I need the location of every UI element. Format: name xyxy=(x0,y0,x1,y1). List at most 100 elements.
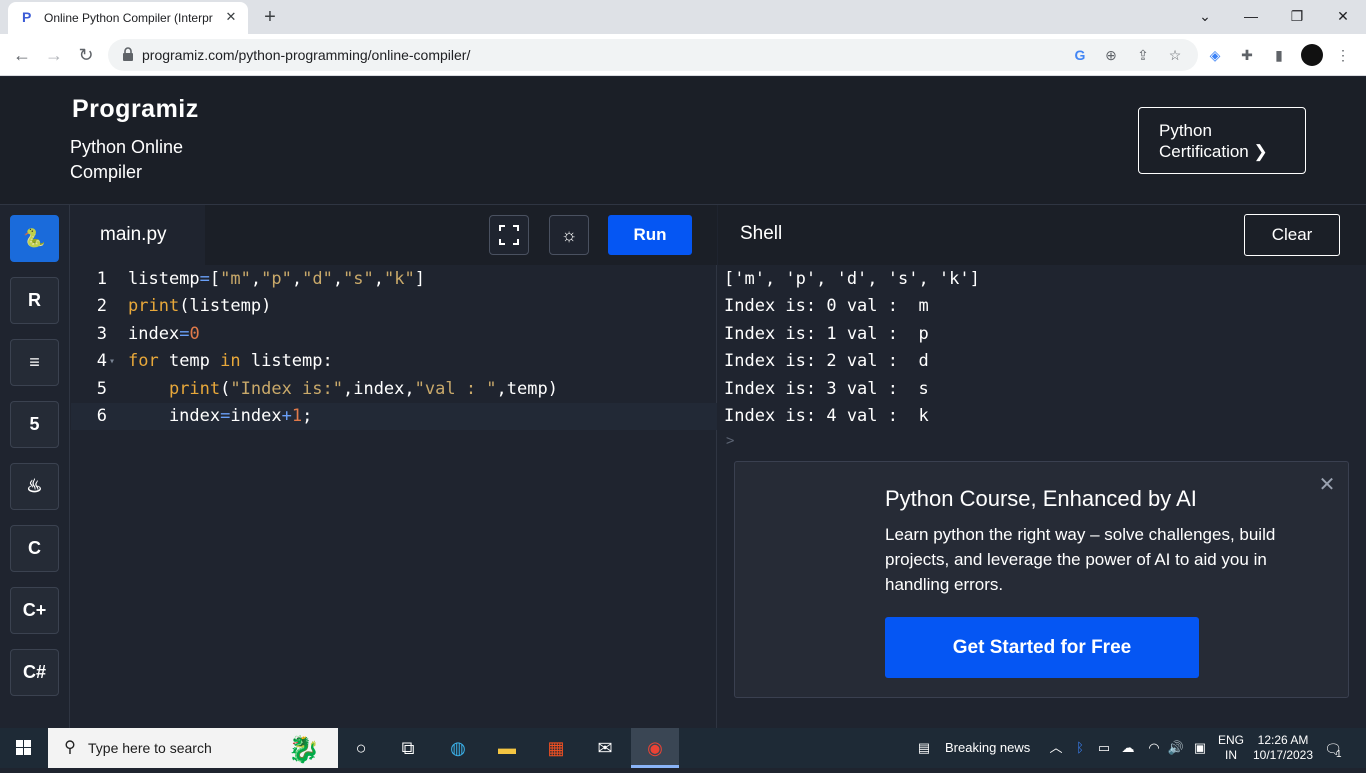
restore-button[interactable]: ❐ xyxy=(1274,2,1320,30)
get-started-button[interactable]: Get Started for Free xyxy=(885,617,1199,678)
language-button-sql[interactable]: ≡ xyxy=(10,339,59,386)
notification-center-button[interactable]: 🗨 1 xyxy=(1320,738,1346,760)
language-button-c[interactable]: C xyxy=(10,525,59,572)
notification-count: 1 xyxy=(1336,749,1342,760)
shell-output-line: Index is: 4 val : k xyxy=(724,406,929,426)
close-icon[interactable]: ✕ xyxy=(1317,474,1337,496)
language-button-cpp[interactable]: C+ xyxy=(10,587,59,634)
code-line[interactable]: 4 ▾ for temp in listemp: xyxy=(71,348,717,375)
input-language-indicator[interactable]: ENG IN xyxy=(1216,733,1246,763)
ad-body: Learn python the right way – solve chall… xyxy=(885,525,1276,594)
bluetooth-icon[interactable]: ᛒ xyxy=(1070,738,1090,758)
bookmark-star-icon[interactable]: ☆ xyxy=(1165,45,1185,65)
line-number: 2 xyxy=(96,296,107,317)
line-number: 1 xyxy=(96,269,107,289)
zoom-icon[interactable]: ⊕ xyxy=(1101,45,1121,65)
file-tab-main[interactable]: main.py xyxy=(71,205,205,265)
code-token: ,index, xyxy=(342,378,415,399)
forward-icon[interactable]: → xyxy=(41,42,67,68)
code-line[interactable]: 2 print(listemp) xyxy=(71,293,717,320)
dragon-illustration-icon: 🐉 xyxy=(287,734,321,764)
onedrive-cloud-icon[interactable]: ☁ xyxy=(1118,738,1138,758)
menu-kebab-icon[interactable]: ⋮ xyxy=(1333,45,1353,65)
taskbar-search[interactable]: ⚲ Type here to search 🐉 xyxy=(48,728,338,768)
run-button[interactable]: Run xyxy=(608,215,692,255)
shell-output-line: Index is: 0 val : m xyxy=(724,296,929,317)
code-token: print xyxy=(168,378,221,399)
task-view-icon[interactable]: ⧉ xyxy=(384,728,432,768)
system-clock[interactable]: 12:26 AM 10/17/2023 xyxy=(1250,733,1316,763)
course-ad-card: ✕ Python Course, Enhanced by AI Learn py… xyxy=(734,461,1349,698)
clear-button[interactable]: Clear xyxy=(1244,214,1340,256)
code-token: in xyxy=(220,351,241,372)
code-token: "k" xyxy=(384,269,415,289)
close-tab-icon[interactable]: ✕ xyxy=(222,8,240,26)
c-icon: C xyxy=(28,538,41,558)
fullscreen-button[interactable] xyxy=(489,215,529,255)
battery-icon[interactable]: ▭ xyxy=(1094,738,1114,758)
side-panel-icon[interactable]: ▮ xyxy=(1269,45,1289,65)
site-header: Programiz Python Online Compiler Python … xyxy=(0,77,1366,205)
code-line[interactable]: 3 index=0 xyxy=(71,321,717,348)
fullscreen-icon xyxy=(499,225,519,245)
language-button-python[interactable]: 🐍 xyxy=(10,215,59,262)
code-token: [ xyxy=(209,269,221,289)
file-explorer-icon[interactable]: ▬ xyxy=(483,728,531,768)
editor-toolbar: main.py ☼ Run xyxy=(71,205,717,265)
region-code: IN xyxy=(1225,748,1237,762)
shell-output[interactable]: > ✕ Python Course, Enhanced by AI Learn … xyxy=(718,265,1366,728)
news-icon[interactable]: ▤ xyxy=(914,738,934,758)
python-icon: 🐍 xyxy=(23,228,46,248)
shell-prompt: > xyxy=(726,433,735,449)
code-line[interactable]: 5 print("Index is:",index,"val : ",temp) xyxy=(71,376,717,403)
code-editor[interactable]: 1 listemp=["m","p","d","s","k"] 2 print(lis… xyxy=(71,265,717,728)
line-number: 5 xyxy=(96,378,107,399)
edge-icon[interactable]: ◍ xyxy=(434,728,482,768)
minimize-button[interactable]: — xyxy=(1228,2,1274,30)
fold-arrow-icon[interactable]: ▾ xyxy=(109,348,115,375)
code-token: temp xyxy=(158,351,221,372)
code-line[interactable]: 6 index=index+1; xyxy=(71,403,717,430)
clock-time: 12:26 AM xyxy=(1257,733,1309,747)
share-icon[interactable]: ⇪ xyxy=(1133,45,1153,65)
code-text: listemp=["m","p","d","s","k"] xyxy=(128,266,425,293)
display-icon[interactable]: ▣ xyxy=(1190,738,1210,758)
chevron-up-icon[interactable]: ︿ xyxy=(1046,738,1066,758)
browser-toolbar: ← → ↻ programiz.com/python-programming/o… xyxy=(0,34,1366,76)
mail-icon[interactable]: ✉ xyxy=(581,728,629,768)
language-button-r[interactable]: R xyxy=(10,277,59,324)
back-icon[interactable]: ← xyxy=(9,42,35,68)
programiz-logo[interactable]: Programiz xyxy=(72,95,199,124)
code-token: (listemp) xyxy=(179,296,272,317)
close-window-button[interactable]: ✕ xyxy=(1320,2,1366,30)
volume-icon[interactable]: 🔊 xyxy=(1166,738,1186,758)
language-button-csharp[interactable]: C# xyxy=(10,649,59,696)
tab-search-button[interactable]: ⌄ xyxy=(1182,2,1228,30)
store-icon[interactable]: ▦ xyxy=(532,728,580,768)
new-tab-button[interactable]: + xyxy=(258,5,282,29)
code-token: "m" xyxy=(220,269,251,289)
extension-icon[interactable]: ◈ xyxy=(1205,45,1225,65)
address-bar[interactable]: programiz.com/python-programming/online-… xyxy=(108,39,1198,71)
start-button[interactable] xyxy=(0,728,48,768)
chrome-icon[interactable]: ◉ xyxy=(631,728,679,768)
code-token: listemp xyxy=(128,269,200,289)
code-token: "Index is:" xyxy=(230,378,343,399)
code-token: "val : " xyxy=(414,378,497,399)
puzzle-icon[interactable]: ✚ xyxy=(1237,45,1257,65)
news-ticker[interactable]: Breaking news xyxy=(945,728,1030,768)
language-button-html5[interactable]: 5 xyxy=(10,401,59,448)
shell-output-line: Index is: 3 val : s xyxy=(724,378,929,399)
python-certification-button[interactable]: Python Certification ❯ xyxy=(1138,107,1306,174)
code-line[interactable]: 1 listemp=["m","p","d","s","k"] xyxy=(71,266,717,293)
language-button-java[interactable]: ♨ xyxy=(10,463,59,510)
code-token: ,temp) xyxy=(496,378,558,399)
wifi-icon[interactable]: ◠ xyxy=(1144,738,1164,758)
google-icon[interactable]: G xyxy=(1070,45,1090,65)
theme-toggle-button[interactable]: ☼ xyxy=(549,215,589,255)
profile-avatar[interactable] xyxy=(1301,44,1323,66)
reload-icon[interactable]: ↻ xyxy=(73,42,99,68)
browser-tab[interactable]: P Online Python Compiler (Interpr ✕ xyxy=(8,2,248,34)
cortana-icon[interactable]: ○ xyxy=(337,728,385,768)
